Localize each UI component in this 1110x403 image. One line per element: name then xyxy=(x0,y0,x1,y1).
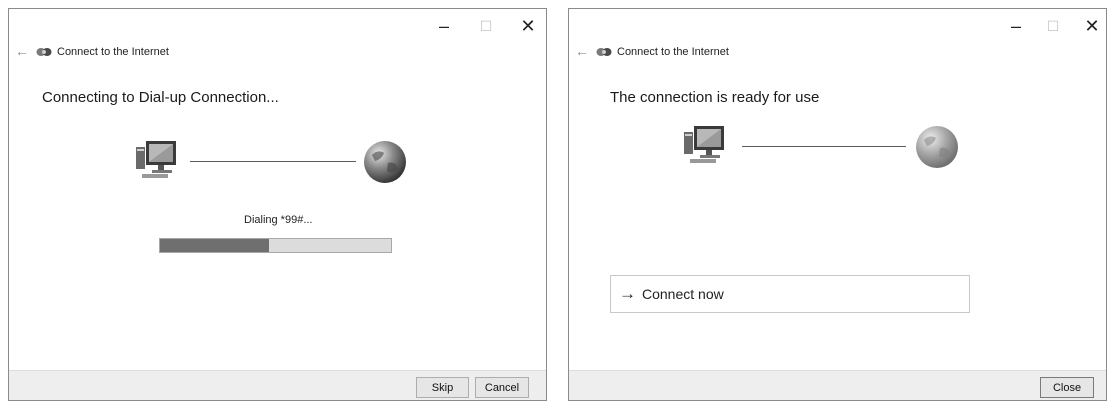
window-title: Connect to the Internet xyxy=(57,46,169,58)
title-bar: – ☐ ✕ xyxy=(9,9,546,43)
computer-icon xyxy=(684,126,724,163)
network-connection-icon xyxy=(596,48,612,56)
close-window-button[interactable]: ✕ xyxy=(1075,11,1109,41)
network-connection-icon xyxy=(36,48,52,56)
close-window-button[interactable]: ✕ xyxy=(511,11,545,41)
dialing-status: Dialing *99#... xyxy=(244,214,313,226)
maximize-button: ☐ xyxy=(1036,11,1070,41)
maximize-button: ☐ xyxy=(469,11,503,41)
back-arrow-icon[interactable]: ← xyxy=(575,43,589,59)
connect-now-label: Connect now xyxy=(642,286,724,302)
connection-graphic xyxy=(134,137,434,197)
computer-icon xyxy=(136,141,176,178)
maximize-icon: ☐ xyxy=(1046,17,1060,34)
dialing-progress-bar xyxy=(159,238,392,253)
navigation-bar: ← Connect to the Internet xyxy=(9,42,546,64)
arrow-right-icon: → xyxy=(619,284,636,303)
globe-icon xyxy=(364,141,406,183)
minimize-icon: – xyxy=(438,15,449,36)
dialog-footer: Close xyxy=(569,370,1106,400)
minimize-button[interactable]: – xyxy=(999,11,1033,41)
close-icon: ✕ xyxy=(520,15,536,36)
navigation-bar: ← Connect to the Internet xyxy=(569,42,1106,64)
close-icon: ✕ xyxy=(1084,15,1100,36)
dialog-footer: Skip Cancel xyxy=(9,370,546,400)
connection-graphic xyxy=(682,122,982,182)
page-heading: Connecting to Dial-up Connection... xyxy=(42,89,279,106)
connect-dialog-ready: – ☐ ✕ ← Connect to the Internet The conn… xyxy=(568,8,1107,401)
progress-fill xyxy=(160,239,269,252)
connection-line xyxy=(742,146,906,147)
title-bar: – ☐ ✕ xyxy=(569,9,1106,43)
cancel-button[interactable]: Cancel xyxy=(475,377,529,398)
minimize-button[interactable]: – xyxy=(427,11,461,41)
connect-dialog-dialing: – ☐ ✕ ← Connect to the Internet Connecti… xyxy=(8,8,547,401)
back-arrow-icon[interactable]: ← xyxy=(15,43,29,59)
skip-button[interactable]: Skip xyxy=(416,377,469,398)
minimize-icon: – xyxy=(1010,15,1021,36)
page-heading: The connection is ready for use xyxy=(610,89,820,106)
connect-now-link[interactable]: → Connect now xyxy=(610,275,970,313)
close-button[interactable]: Close xyxy=(1040,377,1094,398)
connection-line xyxy=(190,161,356,162)
maximize-icon: ☐ xyxy=(479,17,493,34)
globe-icon xyxy=(916,126,958,168)
window-title: Connect to the Internet xyxy=(617,46,729,58)
